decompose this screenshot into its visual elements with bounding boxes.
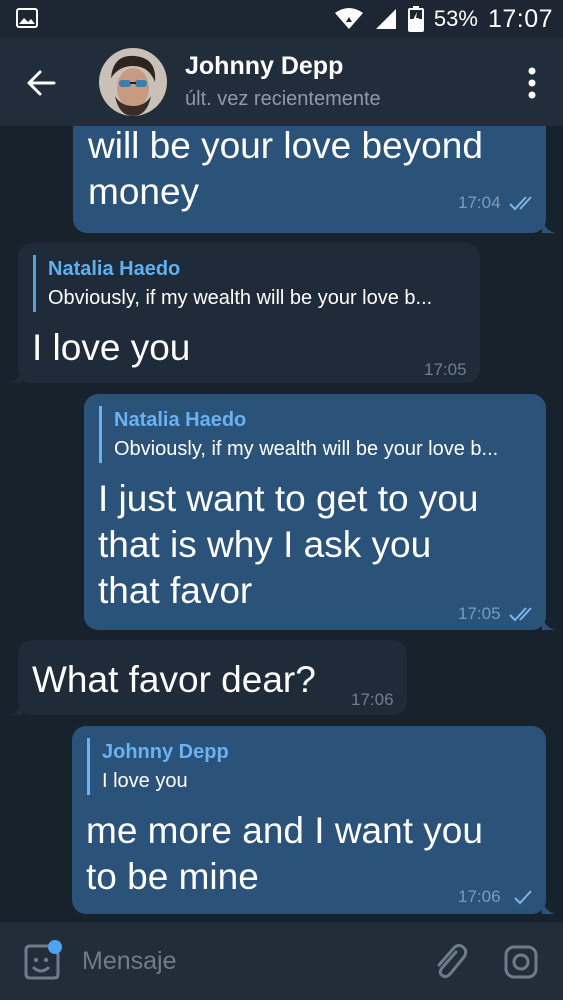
message-text: What favor dear? — [32, 659, 316, 700]
message-time: 17:06 — [458, 887, 501, 906]
back-arrow-icon[interactable] — [24, 66, 58, 100]
single-check-icon — [514, 890, 532, 905]
reply-text: Obviously, if my wealth will be your lov… — [114, 438, 499, 460]
message-text: will be your love beyond — [88, 126, 483, 166]
notification-dot — [48, 940, 62, 954]
bubble-tail — [542, 217, 556, 233]
clock: 17:07 — [487, 4, 553, 33]
message-time: 17:05 — [458, 604, 501, 623]
reply-preview[interactable]: Natalia Haedo Obviously, if my wealth wi… — [33, 255, 432, 312]
double-check-icon — [509, 607, 532, 622]
bubble-tail — [542, 614, 556, 630]
status-bar: 53% 17:07 — [0, 0, 563, 38]
reply-author: Johnny Depp — [102, 741, 229, 763]
avatar[interactable] — [99, 48, 167, 116]
reply-author: Natalia Haedo — [48, 258, 181, 280]
message-bubble-incoming[interactable]: What favor dear? 17:06 — [18, 640, 407, 715]
message-text: me more and I want you — [86, 810, 483, 851]
reply-text: Obviously, if my wealth will be your lov… — [48, 287, 433, 309]
bubble-tail — [8, 699, 22, 715]
double-check-icon — [509, 196, 532, 211]
bubble-tail — [8, 367, 22, 383]
reply-author: Natalia Haedo — [114, 409, 247, 431]
reply-text: I love you — [102, 770, 188, 792]
message-input-bar: Mensaje — [0, 922, 563, 1000]
message-text: to be mine — [86, 856, 259, 897]
last-seen-status: últ. vez recientemente — [185, 88, 381, 110]
message-time: 17:06 — [351, 690, 394, 709]
message-text: I just want to get to you — [98, 478, 479, 519]
chat-header: Johnny Depp últ. vez recientemente — [0, 38, 563, 126]
message-bubble-outgoing[interactable]: Natalia Haedo Obviously, if my wealth wi… — [84, 394, 546, 630]
message-time: 17:05 — [424, 360, 467, 379]
message-text: I love you — [32, 327, 191, 368]
reply-preview[interactable]: Natalia Haedo Obviously, if my wealth wi… — [99, 406, 498, 463]
message-bubble-incoming[interactable]: Natalia Haedo Obviously, if my wealth wi… — [18, 243, 480, 383]
bubble-tail — [542, 898, 556, 914]
battery-percent: 53% — [433, 6, 478, 31]
signal-icon — [375, 9, 396, 29]
camera-icon[interactable] — [503, 944, 539, 980]
message-bubble-outgoing[interactable]: will be your love beyond money 17:04 — [73, 126, 546, 233]
more-vertical-icon[interactable] — [527, 66, 537, 100]
message-text: that is why I ask you — [98, 524, 432, 565]
battery-icon — [407, 6, 424, 32]
message-input[interactable]: Mensaje — [82, 947, 177, 976]
message-list[interactable]: will be your love beyond money 17:04 Nat… — [0, 126, 563, 922]
reply-preview[interactable]: Johnny Depp I love you — [87, 738, 229, 795]
image-icon — [16, 8, 38, 28]
message-text: that favor — [98, 570, 253, 611]
wifi-icon — [334, 8, 363, 29]
contact-name[interactable]: Johnny Depp — [185, 52, 343, 81]
message-text: money — [88, 171, 200, 212]
attach-paperclip-icon[interactable] — [432, 942, 468, 980]
message-time: 17:04 — [458, 193, 501, 212]
message-bubble-outgoing[interactable]: Johnny Depp I love you me more and I wan… — [72, 726, 546, 914]
